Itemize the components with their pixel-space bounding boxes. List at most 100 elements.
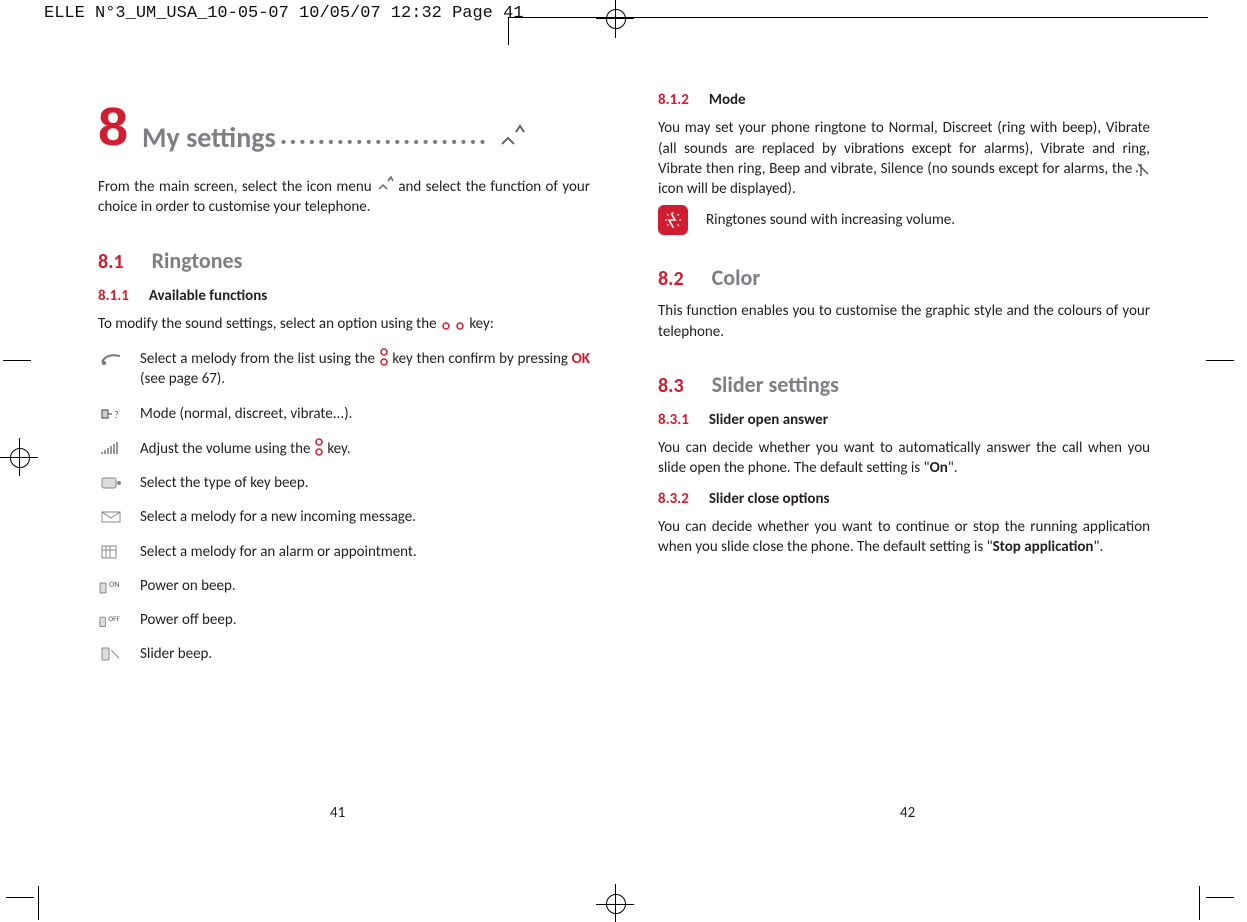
section-number: 8.3.1 [658, 410, 689, 430]
content-area: 8 My settings ...................... Fro… [98, 90, 1155, 665]
alarm-icon [98, 543, 124, 561]
section-number: 8.1.1 [98, 286, 129, 306]
crop-mark [1206, 360, 1234, 361]
intro-paragraph: From the main screen, select the icon me… [98, 176, 590, 218]
list-text: Power on beep. [140, 576, 590, 596]
text: key. [327, 440, 350, 458]
left-right-key-icon [440, 321, 466, 331]
page-number-right: 42 [900, 804, 915, 822]
chapter-number: 8 [98, 100, 128, 154]
silence-icon [1136, 162, 1150, 176]
paragraph: You can decide whether you want to conti… [658, 517, 1150, 558]
up-down-key-icon [314, 438, 324, 456]
registration-mark-icon [615, 884, 616, 922]
svg-text:?: ? [114, 408, 119, 421]
section-8-3-1: 8.3.1 Slider open answer [658, 410, 1150, 430]
page-spread: ELLE N°3_UM_USA_10-05-07 10/05/07 12:32 … [0, 0, 1247, 922]
paragraph: This function enables you to customise t… [658, 301, 1150, 342]
section-number: 8.3.2 [658, 489, 689, 509]
list-item: Select the type of key beep. [98, 473, 590, 493]
crop-mark [38, 886, 39, 920]
volume-icon [98, 439, 124, 457]
section-8-1-1: 8.1.1 Available functions [98, 286, 590, 306]
list-item: Select a melody from the list using the … [98, 348, 590, 390]
text: ". [1093, 538, 1103, 556]
list-text: Power off beep. [140, 610, 590, 630]
power-off-icon: OFF [98, 611, 124, 629]
ok-key: OK [572, 350, 590, 368]
settings-icon [496, 124, 526, 154]
section-title: Mode [709, 90, 746, 110]
up-down-key-icon [379, 348, 389, 366]
crop-mark [508, 17, 509, 45]
message-icon [98, 508, 124, 526]
text: Adjust the volume using the [140, 440, 314, 458]
text: From the main screen, select the icon me… [98, 178, 376, 196]
list-text: Select a melody from the list using the … [140, 348, 590, 390]
section-number: 8.2 [658, 266, 684, 293]
right-column: 8.1.2 Mode You may set your phone ringto… [658, 90, 1150, 665]
registration-mark-icon [606, 9, 626, 29]
section-8-2: 8.2 Color [658, 263, 1150, 293]
paragraph: You can decide whether you want to autom… [658, 438, 1150, 479]
list-item: Select a melody for an alarm or appointm… [98, 542, 590, 562]
section-number: 8.3 [658, 373, 684, 400]
list-item: Adjust the volume using the key. [98, 438, 590, 459]
registration-mark-icon [10, 448, 30, 468]
crop-mark [3, 360, 31, 361]
text: icon will be displayed). [658, 180, 796, 198]
text: key then confirm by pressing [392, 350, 571, 368]
chapter-title: My settings [142, 123, 276, 154]
list-item: ON Power on beep. [98, 576, 590, 596]
chapter-dots: ...................... [280, 116, 489, 154]
svg-text:OFF: OFF [108, 614, 120, 623]
page-number-left: 41 [330, 804, 345, 822]
list-text: Mode (normal, discreet, vibrate...). [140, 404, 590, 424]
section-8-1-2: 8.1.2 Mode [658, 90, 1150, 110]
section-8-3: 8.3 Slider settings [658, 370, 1150, 400]
crop-mark [1206, 897, 1234, 898]
section-title: Slider close options [709, 489, 830, 509]
registration-mark-icon [19, 438, 20, 476]
tip-text: Ringtones sound with increasing volume. [706, 210, 955, 230]
mode-icon: ? [98, 405, 124, 423]
text: Stop application [993, 538, 1094, 556]
slug-line: ELLE N°3_UM_USA_10-05-07 10/05/07 12:32 … [44, 4, 523, 23]
melody-icon [98, 349, 124, 367]
text: On [930, 459, 948, 477]
list-item: Slider beep. [98, 644, 590, 664]
svg-text:ON: ON [109, 580, 119, 590]
chapter-heading: 8 My settings ...................... [98, 100, 590, 154]
section-title: Ringtones [152, 246, 243, 276]
tip-row: Ringtones sound with increasing volume. [658, 205, 1150, 235]
crop-mark [6, 897, 34, 898]
text: You can decide whether you want to autom… [658, 439, 1150, 477]
section-title: Slider open answer [709, 410, 828, 430]
text: You may set your phone ringtone to Norma… [658, 119, 1150, 178]
list-text: Select the type of key beep. [140, 473, 590, 493]
text: Select a melody from the list using the [140, 350, 379, 368]
function-list: Select a melody from the list using the … [98, 348, 590, 665]
section-number: 8.1.2 [658, 90, 689, 110]
paragraph: To modify the sound settings, select an … [98, 314, 590, 334]
section-title: Available functions [149, 286, 267, 306]
section-title: Slider settings [712, 370, 839, 400]
registration-mark-icon [615, 0, 616, 38]
text: To modify the sound settings, select an … [98, 315, 440, 333]
list-item: OFF Power off beep. [98, 610, 590, 630]
list-text: Slider beep. [140, 644, 590, 664]
paragraph: You may set your phone ringtone to Norma… [658, 118, 1150, 199]
text: ". [948, 459, 958, 477]
text: (see page 67). [140, 370, 225, 388]
section-8-3-2: 8.3.2 Slider close options [658, 489, 1150, 509]
list-item: ? Mode (normal, discreet, vibrate...). [98, 404, 590, 424]
section-number: 8.1 [98, 249, 124, 276]
text: key: [469, 315, 494, 333]
list-item: Select a melody for a new incoming messa… [98, 507, 590, 527]
left-column: 8 My settings ...................... Fro… [98, 90, 590, 665]
crop-mark [1199, 886, 1200, 920]
section-title: Color [712, 263, 761, 293]
list-text: Select a melody for a new incoming messa… [140, 507, 590, 527]
power-on-icon: ON [98, 577, 124, 595]
list-text: Select a melody for an alarm or appointm… [140, 542, 590, 562]
